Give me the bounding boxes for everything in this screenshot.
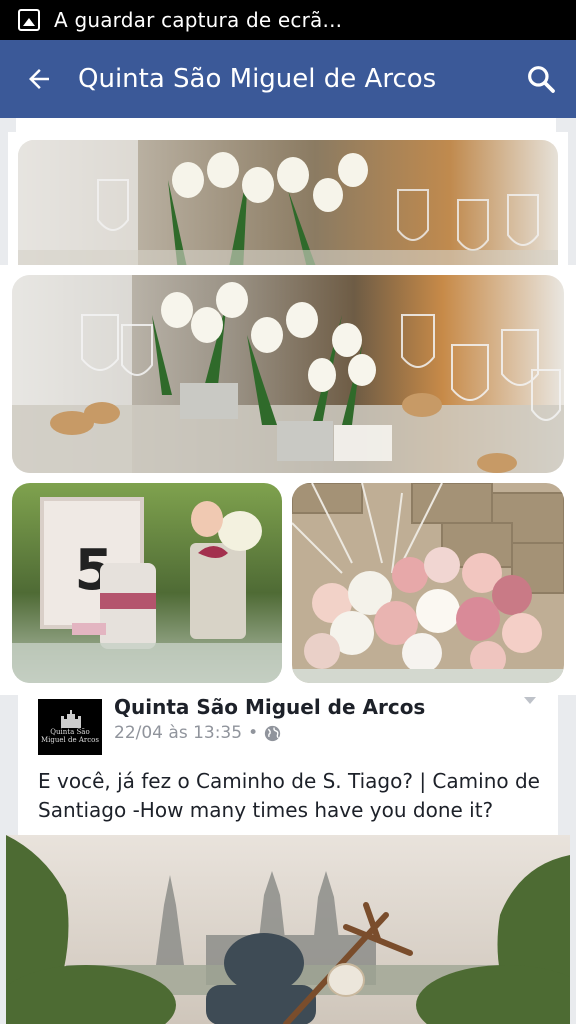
post-author[interactable]: Quinta São Miguel de Arcos xyxy=(114,695,425,719)
table-tulips-photo-back[interactable] xyxy=(18,140,558,272)
photo-grid: 5 xyxy=(0,265,576,695)
screenshot-notification-icon xyxy=(18,9,40,31)
search-button[interactable] xyxy=(506,40,576,118)
table-tulips-photo[interactable] xyxy=(12,275,564,473)
page-title: Quinta São Miguel de Arcos xyxy=(78,64,437,94)
rose-bouquet-photo[interactable] xyxy=(292,483,564,683)
post-meta: 22/04 às 13:35 • xyxy=(114,723,281,743)
avatar-label: Quinta São Miguel de Arcos xyxy=(41,728,99,744)
post-text: E você, já fez o Caminho de S. Tiago? | … xyxy=(38,769,540,822)
status-bar: A guardar captura de ecrã... xyxy=(0,0,576,40)
status-text: A guardar captura de ecrã... xyxy=(54,8,343,32)
photo-back-card xyxy=(8,132,568,272)
back-button[interactable] xyxy=(0,40,78,118)
app-bar: Quinta São Miguel de Arcos xyxy=(0,40,576,118)
arrow-left-icon xyxy=(29,69,49,89)
post-timestamp[interactable]: 22/04 às 13:35 xyxy=(114,723,242,743)
page-avatar[interactable]: Quinta São Miguel de Arcos xyxy=(38,699,102,755)
castle-logo-icon xyxy=(61,710,81,728)
globe-icon xyxy=(264,725,281,741)
post-card: Quinta São Miguel de Arcos Quinta São Mi… xyxy=(18,695,558,835)
post-options-chevron-icon[interactable] xyxy=(524,697,536,704)
pilgrim-santiago-photo[interactable] xyxy=(6,835,570,1024)
screen: A guardar captura de ecrã... Quinta São … xyxy=(0,0,576,1024)
table-number-five-photo[interactable]: 5 xyxy=(12,483,282,683)
news-feed[interactable]: 5 Quinta São Miguel de Arcos Quinta São … xyxy=(0,118,576,1024)
meta-separator: • xyxy=(248,723,259,743)
search-icon xyxy=(528,66,555,93)
